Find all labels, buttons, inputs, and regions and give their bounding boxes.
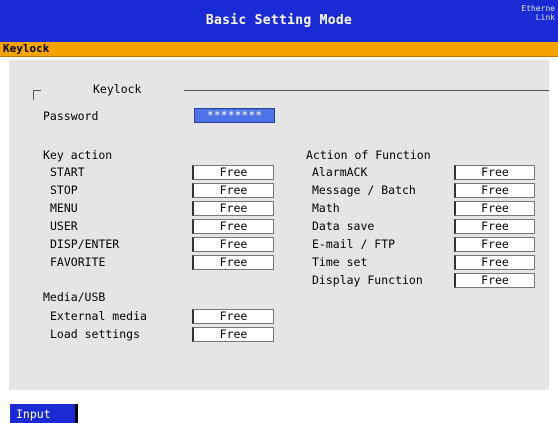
key-action-label: MENU [50, 201, 78, 215]
key-action-disp-enter-field[interactable]: Free [192, 237, 274, 252]
network-status-line: Etherne [521, 4, 555, 13]
time-set-field[interactable]: Free [454, 255, 535, 270]
page-title: Basic Setting Mode [205, 13, 353, 28]
input-softkey-label: Input [16, 407, 51, 421]
function-label: Math [312, 201, 340, 215]
input-softkey-button[interactable]: Input [10, 404, 78, 423]
key-action-stop-field[interactable]: Free [192, 183, 274, 198]
key-action-label: DISP/ENTER [50, 237, 120, 251]
key-action-favorite-field[interactable]: Free [192, 255, 274, 270]
key-action-menu-field[interactable]: Free [192, 201, 274, 216]
key-action-label: USER [50, 219, 78, 233]
link-status-line: Link [535, 13, 555, 22]
key-action-label: STOP [50, 183, 78, 197]
function-label: Time set [312, 255, 368, 269]
message-batch-field[interactable]: Free [454, 183, 535, 198]
external-media-field[interactable]: Free [192, 309, 274, 324]
media-label: Load settings [50, 327, 141, 341]
function-label: Display Function [312, 273, 423, 287]
action-of-function-heading: Action of Function [306, 148, 431, 162]
keylock-screen: Basic Setting Mode Etherne Link Keylock … [0, 0, 558, 423]
key-action-label: START [50, 165, 85, 179]
group-frame-left-tick [33, 90, 41, 91]
breadcrumb-label: Keylock [3, 42, 50, 55]
math-field[interactable]: Free [454, 201, 535, 216]
media-label: External media [50, 309, 147, 323]
breadcrumb: Keylock [0, 42, 558, 57]
network-status: Etherne Link [521, 4, 555, 22]
group-frame-left [33, 90, 34, 100]
function-label: Data save [312, 219, 375, 233]
key-action-heading: Key action [43, 148, 113, 162]
group-frame-top [184, 90, 549, 91]
function-label: AlarmACK [312, 165, 368, 179]
display-function-field[interactable]: Free [454, 273, 535, 288]
settings-panel: Keylock Password ******** Key action STA… [9, 60, 549, 390]
key-action-label: FAVORITE [50, 255, 106, 269]
alarm-ack-field[interactable]: Free [454, 165, 535, 180]
password-field[interactable]: ******** [194, 108, 275, 123]
data-save-field[interactable]: Free [454, 219, 535, 234]
key-action-user-field[interactable]: Free [192, 219, 274, 234]
load-settings-field[interactable]: Free [192, 327, 274, 342]
email-ftp-field[interactable]: Free [454, 237, 535, 252]
key-action-start-field[interactable]: Free [192, 165, 274, 180]
function-label: E-mail / FTP [312, 237, 396, 251]
keylock-group-title: Keylock [93, 82, 142, 96]
media-usb-heading: Media/USB [43, 290, 106, 304]
function-label: Message / Batch [312, 183, 416, 197]
title-bar: Basic Setting Mode Etherne Link [0, 0, 558, 42]
password-label: Password [43, 109, 99, 123]
